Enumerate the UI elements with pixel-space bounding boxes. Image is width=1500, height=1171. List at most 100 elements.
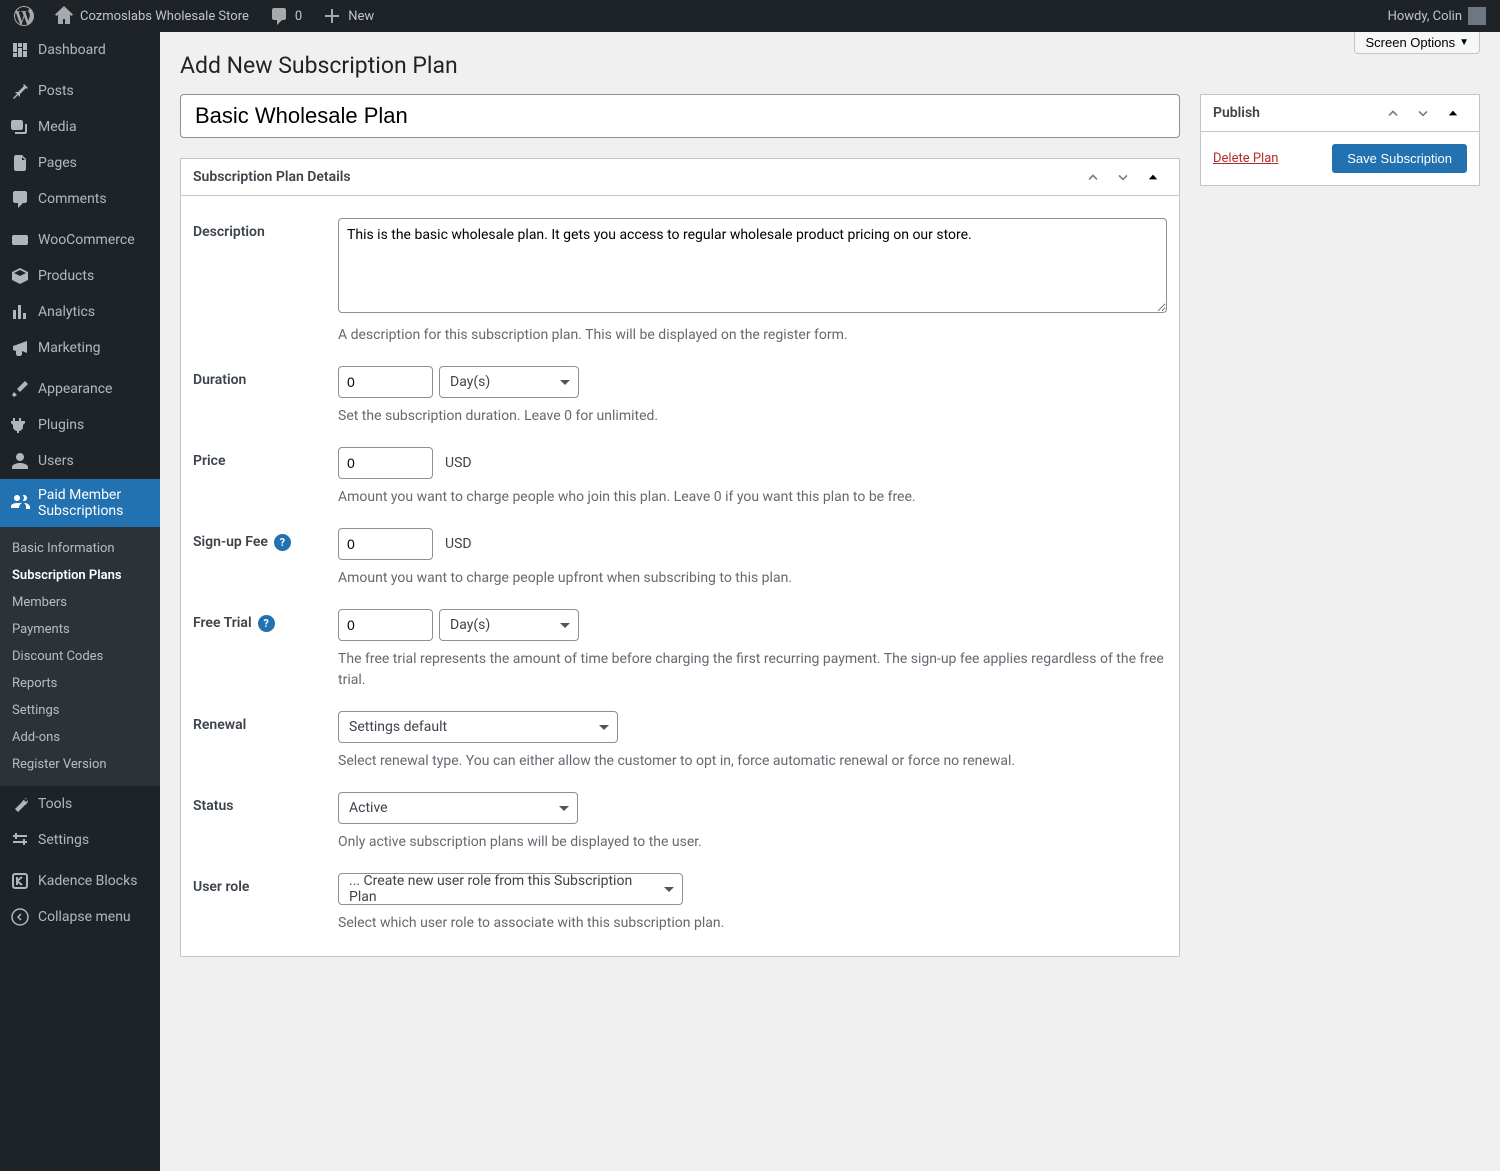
free-trial-unit-select[interactable]: Day(s): [439, 609, 579, 641]
move-down-button[interactable]: [1109, 163, 1137, 191]
menu-kadence-blocks[interactable]: Kadence Blocks: [0, 863, 160, 899]
comments-link[interactable]: 0: [263, 6, 308, 26]
publish-box-title: Publish: [1213, 95, 1260, 131]
menu-products[interactable]: Products: [0, 258, 160, 294]
submenu-payments[interactable]: Payments: [0, 616, 160, 643]
menu-marketing[interactable]: Marketing: [0, 330, 160, 366]
duration-input[interactable]: [338, 366, 433, 398]
analytics-icon: [10, 302, 30, 322]
products-icon: [10, 266, 30, 286]
plug-icon: [10, 415, 30, 435]
chevron-down-icon: [1115, 169, 1131, 185]
member-icon: [10, 493, 30, 513]
duration-unit-select[interactable]: Day(s): [439, 366, 579, 398]
free-trial-input[interactable]: [338, 609, 433, 641]
dashboard-icon: [10, 40, 30, 60]
price-currency: USD: [445, 455, 472, 471]
submenu-subscription-plans[interactable]: Subscription Plans: [0, 562, 160, 589]
delete-plan-link[interactable]: Delete Plan: [1213, 151, 1278, 166]
media-icon: [10, 117, 30, 137]
menu-pages[interactable]: Pages: [0, 145, 160, 181]
details-box-title: Subscription Plan Details: [193, 159, 351, 195]
screen-options-button[interactable]: Screen Options ▼: [1354, 32, 1480, 54]
renewal-select[interactable]: Settings default: [338, 711, 618, 743]
menu-comments[interactable]: Comments: [0, 181, 160, 217]
help-icon[interactable]: ?: [258, 615, 275, 632]
submenu-members[interactable]: Members: [0, 589, 160, 616]
save-subscription-button[interactable]: Save Subscription: [1332, 144, 1467, 173]
new-label: New: [348, 9, 374, 24]
comments-count: 0: [295, 9, 302, 24]
new-link[interactable]: New: [316, 6, 380, 26]
free-trial-label: Free Trial: [193, 615, 252, 631]
page-title: Add New Subscription Plan: [180, 32, 1480, 94]
collapse-icon: [10, 907, 30, 927]
submenu-settings[interactable]: Settings: [0, 697, 160, 724]
menu-appearance[interactable]: Appearance: [0, 371, 160, 407]
submenu-reports[interactable]: Reports: [0, 670, 160, 697]
price-input[interactable]: [338, 447, 433, 479]
help-icon[interactable]: ?: [274, 534, 291, 551]
account-link[interactable]: Howdy, Colin: [1382, 7, 1492, 25]
comment-icon: [269, 6, 289, 26]
menu-settings[interactable]: Settings: [0, 822, 160, 858]
chevron-up-icon: [1385, 105, 1401, 121]
megaphone-icon: [10, 338, 30, 358]
move-down-button[interactable]: [1409, 99, 1437, 127]
price-help: Amount you want to charge people who joi…: [338, 487, 1167, 508]
caret-down-icon: ▼: [1459, 37, 1469, 48]
brush-icon: [10, 379, 30, 399]
menu-tools[interactable]: Tools: [0, 786, 160, 822]
submenu-basic-information[interactable]: Basic Information: [0, 535, 160, 562]
caret-up-icon: [1447, 107, 1459, 119]
menu-paid-member-subscriptions[interactable]: Paid Member Subscriptions: [0, 479, 160, 527]
menu-analytics[interactable]: Analytics: [0, 294, 160, 330]
menu-posts[interactable]: Posts: [0, 73, 160, 109]
menu-users[interactable]: Users: [0, 443, 160, 479]
subscription-plan-details-box: Subscription Plan Details Description Th…: [180, 158, 1180, 957]
renewal-help: Select renewal type. You can either allo…: [338, 751, 1167, 772]
submenu: Basic Information Subscription Plans Mem…: [0, 527, 160, 786]
menu-dashboard[interactable]: Dashboard: [0, 32, 160, 68]
menu-collapse[interactable]: Collapse menu: [0, 899, 160, 935]
move-up-button[interactable]: [1379, 99, 1407, 127]
status-help: Only active subscription plans will be d…: [338, 832, 1167, 853]
chevron-down-icon: [1415, 105, 1431, 121]
avatar: [1468, 7, 1486, 25]
submenu-register-version[interactable]: Register Version: [0, 751, 160, 778]
move-up-button[interactable]: [1079, 163, 1107, 191]
description-textarea[interactable]: This is the basic wholesale plan. It get…: [338, 218, 1167, 313]
menu-plugins[interactable]: Plugins: [0, 407, 160, 443]
free-trial-help: The free trial represents the amount of …: [338, 649, 1167, 691]
submenu-addons[interactable]: Add-ons: [0, 724, 160, 751]
menu-woocommerce[interactable]: WooCommerce: [0, 222, 160, 258]
site-link[interactable]: Cozmoslabs Wholesale Store: [48, 6, 255, 26]
menu-media[interactable]: Media: [0, 109, 160, 145]
publish-box: Publish Delete Plan Save Subscription: [1200, 94, 1480, 186]
site-name: Cozmoslabs Wholesale Store: [80, 9, 249, 24]
signup-fee-input[interactable]: [338, 528, 433, 560]
signup-fee-label: Sign-up Fee: [193, 534, 268, 550]
wordpress-icon: [14, 6, 34, 26]
user-role-label: User role: [193, 873, 338, 934]
wrench-icon: [10, 794, 30, 814]
plus-icon: [322, 6, 342, 26]
page-icon: [10, 153, 30, 173]
duration-label: Duration: [193, 366, 338, 427]
toggle-panel-button[interactable]: [1139, 163, 1167, 191]
plan-title-input[interactable]: [180, 94, 1180, 138]
wp-logo[interactable]: [8, 6, 40, 26]
sliders-icon: [10, 830, 30, 850]
woo-icon: [10, 230, 30, 250]
status-select[interactable]: Active: [338, 792, 578, 824]
user-role-select[interactable]: ... Create new user role from this Subsc…: [338, 873, 683, 905]
submenu-discount-codes[interactable]: Discount Codes: [0, 643, 160, 670]
toggle-panel-button[interactable]: [1439, 99, 1467, 127]
caret-up-icon: [1147, 171, 1159, 183]
pin-icon: [10, 81, 30, 101]
users-icon: [10, 451, 30, 471]
status-label: Status: [193, 792, 338, 853]
price-label: Price: [193, 447, 338, 508]
renewal-label: Renewal: [193, 711, 338, 772]
user-role-help: Select which user role to associate with…: [338, 913, 1167, 934]
